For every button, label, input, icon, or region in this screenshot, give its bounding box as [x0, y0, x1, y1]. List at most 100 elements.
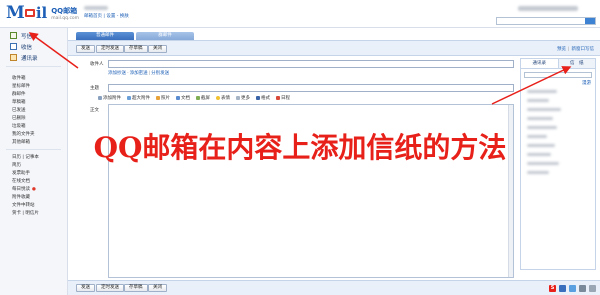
photo-label: 照片 [161, 96, 170, 101]
compose-icon [10, 32, 17, 39]
app-transfer[interactable]: 文件中转站 [12, 201, 67, 209]
contacts-button[interactable]: 通讯录 [0, 52, 67, 63]
large-attachment-button[interactable]: 超大附件 [127, 95, 150, 101]
schedule-label: 日程 [281, 96, 290, 101]
add-cc-link[interactable]: 添加抄送 [108, 71, 126, 76]
search-input[interactable] [496, 17, 596, 25]
search-button[interactable] [585, 18, 595, 24]
screenshot-button[interactable]: 截屏 [196, 95, 210, 101]
format-button[interactable]: 格式 [256, 95, 270, 101]
folder-group[interactable]: 群邮件 [12, 90, 67, 98]
more-button[interactable]: 更多 [236, 95, 250, 101]
compose-button[interactable]: 写信 [0, 30, 67, 41]
compose-toolbar: 发送 定时发送 存草稿 关闭 预览 | 新窗口写信 [68, 40, 600, 56]
account-name-blurred [84, 6, 108, 10]
logo-letters-il: il [35, 4, 48, 22]
emoji-button[interactable]: 表情 [216, 95, 230, 101]
close-button-bottom[interactable]: 关闭 [148, 284, 167, 292]
subject-field[interactable] [108, 84, 514, 92]
app-resume[interactable]: 简历 [12, 161, 67, 169]
app-calendar[interactable]: 日历 | 记事本 [12, 153, 67, 161]
app-attachments[interactable]: 附件收藏 [12, 193, 67, 201]
tab-normal-mail[interactable]: 普通邮件 [76, 32, 134, 40]
tab-group-mail[interactable]: 群邮件 [136, 32, 194, 40]
app-invoice[interactable]: 发票助手 [12, 169, 67, 177]
ime-icon[interactable]: S [549, 285, 556, 292]
roaming-link[interactable]: 漫游 [521, 78, 595, 86]
large-attachment-label: 超大附件 [132, 96, 150, 101]
new-window-link[interactable]: 新窗口写信 [572, 47, 595, 52]
close-button[interactable]: 关闭 [148, 45, 167, 53]
list-item[interactable] [527, 171, 549, 174]
to-label: 收件人 [90, 62, 104, 67]
folder-inbox[interactable]: 收件箱 [12, 74, 67, 82]
large-attachment-icon [127, 96, 131, 100]
timed-send-button-bottom[interactable]: 定时发送 [96, 284, 124, 292]
app-cards[interactable]: 贺卡 | 明信片 [12, 209, 67, 217]
tray-icon[interactable] [589, 285, 596, 292]
format-icon [256, 96, 260, 100]
format-toolbar: 添加附件 超大附件 照片 文档 截屏 表情 更多 格式 日程 [98, 94, 514, 102]
envelope-icon [24, 9, 35, 17]
toolbar-right-links: 预览 | 新窗口写信 [556, 47, 595, 52]
tray-icon[interactable] [569, 285, 576, 292]
tray-icon[interactable] [579, 285, 586, 292]
sidebar-divider [6, 66, 61, 67]
app-docs[interactable]: 在线文档 [12, 177, 67, 185]
tab-contacts[interactable]: 通讯录 [521, 59, 559, 68]
header-links[interactable]: 邮箱首页 | 设置 - 换肤 [84, 13, 129, 19]
logo-domain: mail.qq.com [51, 15, 80, 21]
add-attachment-button[interactable]: 添加附件 [98, 95, 121, 101]
schedule-button[interactable]: 日程 [276, 95, 290, 101]
logo-brand: QQ邮箱 mail.qq.com [51, 6, 79, 21]
logo-letter-m: M [6, 3, 25, 23]
list-item[interactable] [527, 117, 553, 120]
add-attachment-label: 添加附件 [103, 96, 121, 101]
top-header: M il QQ邮箱 mail.qq.com 邮箱首页 | 设置 - 换肤 [0, 0, 600, 28]
sidebar-divider-2 [6, 149, 61, 150]
paperclip-icon [98, 96, 102, 100]
photo-button[interactable]: 照片 [156, 95, 170, 101]
unread-dot-icon: ● [32, 186, 36, 192]
timed-send-button[interactable]: 定时发送 [96, 45, 124, 53]
to-field[interactable] [108, 60, 514, 68]
body-label: 正文 [90, 108, 99, 113]
separate-send-link[interactable]: 分别发送 [151, 71, 169, 76]
compose-label: 写信 [21, 33, 33, 40]
right-panel-tabs: 通讯录 信 纸 [521, 59, 595, 69]
more-icon [236, 96, 240, 100]
contacts-icon [10, 54, 17, 61]
list-item[interactable] [527, 108, 561, 111]
folder-spam[interactable]: 垃圾箱 [12, 122, 67, 130]
editor-scrollbar[interactable] [508, 105, 513, 277]
folder-drafts[interactable]: 草稿箱 [12, 98, 67, 106]
list-item[interactable] [527, 126, 557, 129]
folder-other[interactable]: 其他邮箱 [12, 138, 67, 146]
inbox-icon [10, 43, 17, 50]
save-draft-button[interactable]: 存草稿 [124, 45, 148, 53]
folder-starred[interactable]: 星标邮件 [12, 82, 67, 90]
scissors-icon [196, 96, 200, 100]
folder-my[interactable]: 我的文件夹 [12, 130, 67, 138]
inbox-button[interactable]: 收信 [0, 41, 67, 52]
list-item[interactable] [527, 99, 549, 102]
top-right-links-blurred [518, 6, 578, 11]
right-panel: 通讯录 信 纸 漫游 [520, 58, 596, 270]
tab-stationery[interactable]: 信 纸 [559, 59, 596, 68]
document-button[interactable]: 文档 [176, 95, 190, 101]
save-draft-button-bottom[interactable]: 存草稿 [124, 284, 148, 292]
preview-link[interactable]: 预览 [557, 47, 566, 52]
bottom-toolbar: 发送 定时发送 存草稿 关闭 S [68, 280, 600, 295]
folder-sent[interactable]: 已发送 [12, 106, 67, 114]
qq-mail-logo[interactable]: M il QQ邮箱 mail.qq.com [6, 3, 79, 23]
emoji-label: 表情 [221, 96, 230, 101]
tray-icon[interactable] [559, 285, 566, 292]
send-button[interactable]: 发送 [76, 45, 95, 53]
folder-deleted[interactable]: 已删除 [12, 114, 67, 122]
mail-type-tabs: 普通邮件 群邮件 [76, 32, 196, 40]
add-bcc-link[interactable]: 添加密送 [130, 71, 148, 76]
app-reading[interactable]: 每日悦读 ● [12, 185, 67, 193]
send-button-bottom[interactable]: 发送 [76, 284, 95, 292]
system-tray: S [549, 285, 596, 292]
list-item[interactable] [527, 90, 557, 93]
